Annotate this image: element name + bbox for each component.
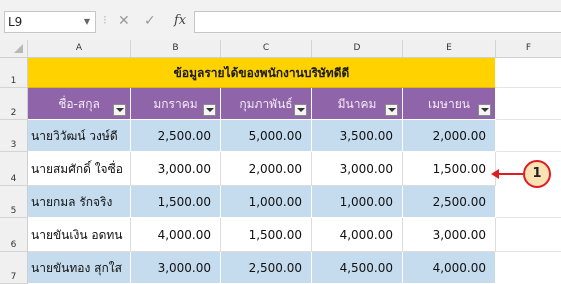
table-cell-jan[interactable]: 2,500.00: [131, 120, 221, 152]
column-header-d[interactable]: D: [312, 40, 403, 57]
column-header-b[interactable]: B: [131, 40, 221, 57]
cancel-icon[interactable]: ✕: [118, 11, 130, 31]
header-apr-cell[interactable]: เมษายน: [403, 88, 496, 120]
header-feb-label: กุมภาพันธ์: [239, 97, 293, 111]
formula-input[interactable]: [194, 11, 561, 33]
header-mar-label: มีนาคม: [337, 97, 377, 111]
table-cell-mar[interactable]: 3,500.00: [312, 120, 403, 152]
empty-cell[interactable]: [496, 88, 561, 120]
formula-bar-separator: ⁝: [103, 13, 107, 27]
empty-cell[interactable]: [496, 58, 561, 88]
column-header-a[interactable]: A: [28, 40, 131, 57]
table-cell-mar[interactable]: 4,000.00: [312, 218, 403, 252]
select-all-corner[interactable]: [0, 40, 28, 57]
filter-dropdown-icon[interactable]: [203, 104, 216, 116]
filter-dropdown-icon[interactable]: [478, 104, 491, 116]
table-cell-apr[interactable]: 2,000.00: [403, 120, 496, 152]
table-cell-mar[interactable]: 3,000.00: [312, 152, 403, 186]
header-apr-label: เมษายน: [428, 97, 470, 111]
row-header-7[interactable]: 7: [0, 252, 28, 284]
table-cell-name[interactable]: นายขันทอง สุกใส: [28, 252, 131, 284]
row-header-5[interactable]: 5: [0, 186, 28, 218]
filter-dropdown-icon[interactable]: [385, 104, 398, 116]
column-header-e[interactable]: E: [403, 40, 496, 57]
table-cell-jan[interactable]: 4,000.00: [131, 218, 221, 252]
table-cell-apr[interactable]: 1,500.00: [403, 152, 496, 186]
table-cell-feb[interactable]: 1,000.00: [221, 186, 312, 218]
empty-cell[interactable]: [496, 252, 561, 284]
row-header-4[interactable]: 4: [0, 152, 28, 186]
table-cell-feb[interactable]: 2,000.00: [221, 152, 312, 186]
formula-bar: L9 ▼ ⁝ ✕ ✓ fx: [0, 0, 561, 40]
callout-arrow-line: [497, 173, 523, 175]
header-mar-cell[interactable]: มีนาคม: [312, 88, 403, 120]
sheet-title-cell[interactable]: ข้อมูลรายได้ของพนักงานบริษัทดีดี: [28, 58, 496, 88]
table-cell-feb[interactable]: 1,500.00: [221, 218, 312, 252]
callout-arrow-head: [491, 169, 499, 179]
callout-badge: 1: [523, 160, 551, 188]
header-name-cell[interactable]: ชื่อ-สกุล: [28, 88, 131, 120]
table-cell-jan[interactable]: 3,000.00: [131, 252, 221, 284]
table-cell-feb[interactable]: 2,500.00: [221, 252, 312, 284]
header-jan-cell[interactable]: มกราคม: [131, 88, 221, 120]
row-header-3[interactable]: 3: [0, 120, 28, 152]
table-cell-name[interactable]: นายสมศักดิ์ ใจซื่อ: [28, 152, 131, 186]
column-header-f[interactable]: F: [496, 40, 561, 57]
row-header-6[interactable]: 6: [0, 218, 28, 252]
select-all-icon: [14, 44, 23, 53]
filter-dropdown-icon[interactable]: [113, 104, 126, 116]
enter-icon[interactable]: ✓: [144, 11, 156, 31]
empty-cell[interactable]: [496, 120, 561, 152]
table-cell-apr[interactable]: 2,500.00: [403, 186, 496, 218]
table-cell-name[interactable]: นายกมล รักจริง: [28, 186, 131, 218]
table-cell-name[interactable]: นายวิวัฒน์ วงษ์ดี: [28, 120, 131, 152]
header-name-label: ชื่อ-สกุล: [58, 97, 100, 111]
insert-function-icon[interactable]: fx: [174, 11, 186, 31]
table-cell-mar[interactable]: 1,000.00: [312, 186, 403, 218]
column-headers: A B C D E F: [0, 40, 561, 58]
row-header-1[interactable]: 1: [0, 58, 28, 88]
header-feb-cell[interactable]: กุมภาพันธ์: [221, 88, 312, 120]
table-cell-feb[interactable]: 5,000.00: [221, 120, 312, 152]
table-cell-mar[interactable]: 4,500.00: [312, 252, 403, 284]
row-header-2[interactable]: 2: [0, 88, 28, 120]
name-box[interactable]: L9 ▼: [4, 11, 96, 33]
column-header-c[interactable]: C: [221, 40, 312, 57]
empty-cell[interactable]: [496, 218, 561, 252]
table-cell-name[interactable]: นายขันเงิน อดทน: [28, 218, 131, 252]
filter-dropdown-icon[interactable]: [294, 104, 307, 116]
header-jan-label: มกราคม: [153, 97, 198, 111]
table-cell-apr[interactable]: 4,000.00: [403, 252, 496, 284]
table-cell-jan[interactable]: 1,500.00: [131, 186, 221, 218]
empty-cell[interactable]: [496, 186, 561, 218]
table-cell-jan[interactable]: 3,000.00: [131, 152, 221, 186]
name-box-value: L9: [8, 15, 23, 29]
name-box-dropdown-icon[interactable]: ▼: [84, 12, 90, 32]
table-cell-apr[interactable]: 3,000.00: [403, 218, 496, 252]
